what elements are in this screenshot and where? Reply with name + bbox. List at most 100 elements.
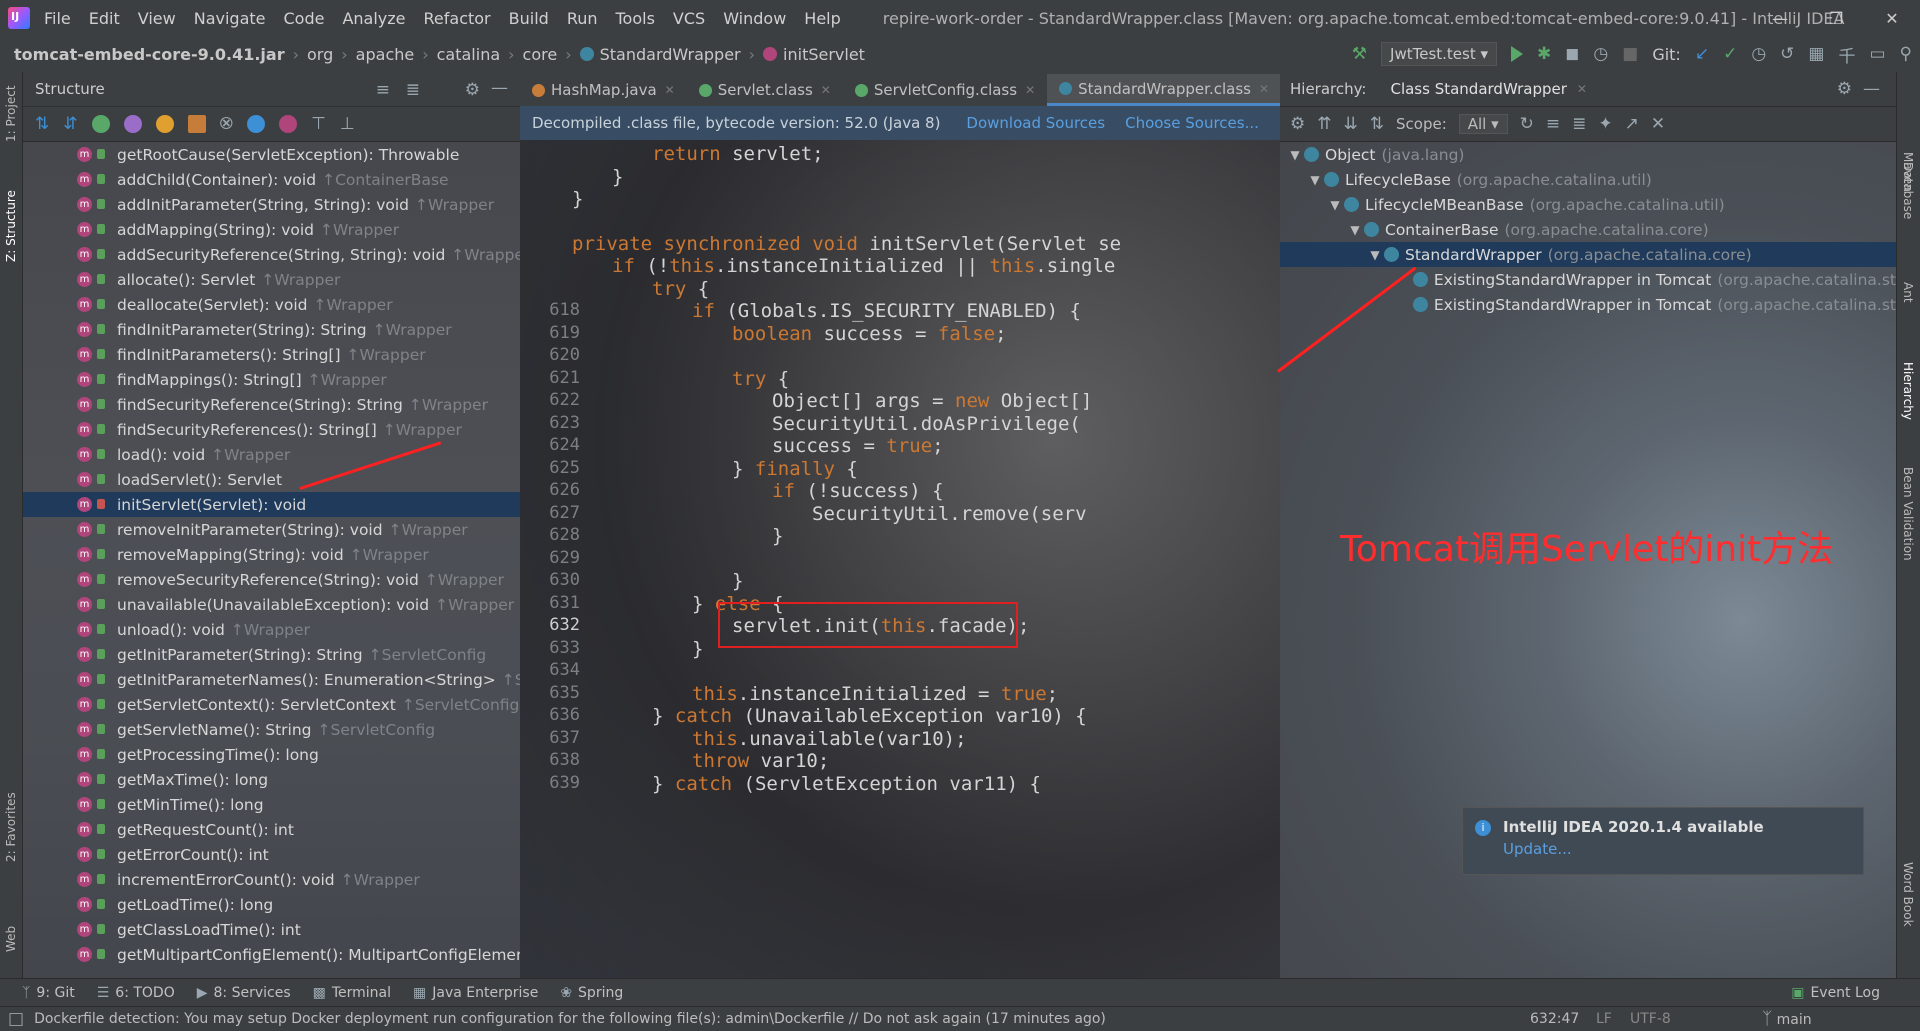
structure-item[interactable]: m getErrorCount(): int xyxy=(23,842,520,867)
expand-arrow-icon[interactable]: ▼ xyxy=(1306,173,1324,187)
hierarchy-node[interactable]: ▼ StandardWrapper (org.apache.catalina.cor… xyxy=(1280,242,1896,267)
supertypes-icon[interactable]: ⇈ xyxy=(1317,114,1331,134)
hierarchy-node[interactable]: ExistingStandardWrapper in Tomcat (org.ap… xyxy=(1280,267,1896,292)
run-icon[interactable] xyxy=(1511,46,1524,62)
expand-arrow-icon[interactable]: ▼ xyxy=(1326,198,1344,212)
update-link[interactable]: Update... xyxy=(1503,840,1572,858)
sort-alpha-icon[interactable]: ⇅ xyxy=(35,114,49,134)
structure-item[interactable]: m findSecurityReference(String): String ↑W… xyxy=(23,392,520,417)
rollback-icon[interactable]: ↺ xyxy=(1780,44,1794,64)
breadcrumb-apache[interactable]: apache xyxy=(356,45,415,64)
structure-item[interactable]: m findMappings(): String[] ↑Wrapper xyxy=(23,367,520,392)
git-commit-icon[interactable]: ✓ xyxy=(1723,44,1737,64)
subtypes-icon[interactable]: ⇊ xyxy=(1344,114,1358,134)
gear-icon[interactable]: ⚙ xyxy=(1837,79,1852,99)
pin-icon[interactable]: ✦ xyxy=(1598,114,1612,134)
hierarchy-node[interactable]: ▼ LifecycleMBeanBase (org.apache.catalina.… xyxy=(1280,192,1896,217)
structure-item[interactable]: m getProcessingTime(): long xyxy=(23,742,520,767)
hierarchy-tool-tab[interactable]: Hierarchy xyxy=(1901,362,1915,420)
line-separator[interactable]: LF xyxy=(1596,1011,1612,1027)
translate-icon[interactable]: 千 xyxy=(1838,42,1855,67)
status-message[interactable]: Dockerfile detection: You may setup Dock… xyxy=(34,1011,1106,1027)
menu-help[interactable]: Help xyxy=(804,9,840,28)
tab-hashmap[interactable]: HashMap.java ✕ xyxy=(520,74,687,106)
search-icon[interactable]: ⚲ xyxy=(1900,44,1912,64)
collapse-all-icon[interactable]: ≣ xyxy=(1572,114,1586,134)
menu-vcs[interactable]: VCS xyxy=(673,9,705,28)
structure-item[interactable]: m getServletContext(): ServletContext ↑Ser… xyxy=(23,692,520,717)
structure-item[interactable]: m findSecurityReferences(): String[] ↑Wrap… xyxy=(23,417,520,442)
structure-item[interactable]: m allocate(): Servlet ↑Wrapper xyxy=(23,267,520,292)
show-properties-icon[interactable] xyxy=(123,115,142,133)
sort-visibility-icon[interactable]: ⇵ xyxy=(63,114,77,134)
structure-item[interactable]: m getRequestCount(): int xyxy=(23,817,520,842)
show-inherited-icon[interactable] xyxy=(91,115,110,133)
menu-tools[interactable]: Tools xyxy=(616,9,655,28)
menu-build[interactable]: Build xyxy=(509,9,549,28)
menu-file[interactable]: File xyxy=(44,9,71,28)
structure-item[interactable]: m loadServlet(): Servlet xyxy=(23,467,520,492)
structure-item[interactable]: m getClassLoadTime(): int xyxy=(23,917,520,942)
export-icon[interactable]: ↗ xyxy=(1625,114,1639,134)
structure-item[interactable]: m getServletName(): String ↑ServletConfig xyxy=(23,717,520,742)
autoscroll-from-source-icon[interactable]: ⊥ xyxy=(340,114,355,134)
terminal-tool-button[interactable]: ▩ Terminal xyxy=(313,985,391,1001)
word-book-tool-tab[interactable]: Word Book xyxy=(1901,862,1915,927)
expand-arrow-icon[interactable]: ▼ xyxy=(1346,223,1364,237)
structure-item[interactable]: m getRootCause(ServletException): Throwab… xyxy=(23,142,520,167)
menu-navigate[interactable]: Navigate xyxy=(194,9,266,28)
type-hierarchy-icon[interactable]: ⚙ xyxy=(1290,114,1305,134)
menu-view[interactable]: View xyxy=(138,9,176,28)
structure-tool-tab[interactable]: Z: Structure xyxy=(4,190,18,262)
close-tab-icon[interactable]: ✕ xyxy=(665,83,675,97)
status-toggle-icon[interactable]: □ xyxy=(8,1009,24,1029)
file-encoding[interactable]: UTF-8 xyxy=(1630,1011,1671,1027)
stop-icon[interactable]: ■ xyxy=(1622,44,1638,64)
structure-item[interactable]: m incrementErrorCount(): void ↑Wrapper xyxy=(23,867,520,892)
breadcrumb-class[interactable]: StandardWrapper xyxy=(600,45,741,64)
choose-sources-link[interactable]: Choose Sources... xyxy=(1125,114,1259,132)
sort-icon[interactable]: ⇅ xyxy=(1370,114,1384,134)
structure-item[interactable]: m removeInitParameter(String): void ↑Wrapp… xyxy=(23,517,520,542)
hide-panel-icon[interactable]: — xyxy=(491,78,508,98)
breadcrumb-method[interactable]: initServlet xyxy=(783,45,865,64)
close-icon[interactable]: ✕ xyxy=(1864,0,1920,36)
expand-all-icon[interactable]: ≡ xyxy=(376,80,390,100)
menu-code[interactable]: Code xyxy=(284,9,325,28)
scope-select[interactable]: All ▾ xyxy=(1458,114,1508,134)
event-log-button[interactable]: ▣ Event Log xyxy=(1791,985,1880,1001)
structure-item[interactable]: m getMultipartConfigElement(): MultipartC… xyxy=(23,942,520,967)
close-tab-icon[interactable]: ✕ xyxy=(821,83,831,97)
bean-validation-tool-tab[interactable]: Bean Validation xyxy=(1901,467,1915,561)
structure-item[interactable]: m getMaxTime(): long xyxy=(23,767,520,792)
spring-tool-button[interactable]: ❀ Spring xyxy=(560,985,623,1001)
structure-item[interactable]: m getInitParameter(String): String ↑Servle… xyxy=(23,642,520,667)
database-tool-tab[interactable]: Database xyxy=(1901,162,1915,219)
project-tool-tab[interactable]: 1: Project xyxy=(4,85,18,142)
menu-refactor[interactable]: Refactor xyxy=(424,9,491,28)
favorites-tool-tab[interactable]: 2: Favorites xyxy=(4,792,18,862)
autoscroll-to-source-icon[interactable]: ⊤ xyxy=(311,114,326,134)
hierarchy-node[interactable]: ▼ LifecycleBase (org.apache.catalina.util) xyxy=(1280,167,1896,192)
java-enterprise-tool-button[interactable]: ▦ Java Enterprise xyxy=(413,985,538,1001)
menu-run[interactable]: Run xyxy=(567,9,598,28)
refresh-icon[interactable]: ↻ xyxy=(1520,114,1534,134)
structure-item[interactable]: m findInitParameters(): String[] ↑Wrapper xyxy=(23,342,520,367)
git-tool-button[interactable]: ᛉ 9: Git xyxy=(22,985,75,1001)
coverage-icon[interactable]: ◼ xyxy=(1565,44,1579,64)
git-history-icon[interactable]: ◷ xyxy=(1751,44,1766,64)
breadcrumb-catalina[interactable]: catalina xyxy=(437,45,501,64)
debug-icon[interactable]: ✱ xyxy=(1537,44,1551,64)
structure-item[interactable]: m addInitParameter(String, String): void ↑… xyxy=(23,192,520,217)
caret-position[interactable]: 632:47 xyxy=(1530,1011,1579,1027)
layout-icon[interactable]: ▭ xyxy=(1869,44,1885,64)
ant-tool-tab[interactable]: Ant xyxy=(1901,282,1915,303)
structure-item[interactable]: m unload(): void ↑Wrapper xyxy=(23,617,520,642)
structure-item[interactable]: m removeMapping(String): void ↑Wrapper xyxy=(23,542,520,567)
git-update-icon[interactable]: ↙ xyxy=(1695,44,1709,64)
menu-window[interactable]: Window xyxy=(723,9,786,28)
project-structure-icon[interactable]: ▦ xyxy=(1808,44,1824,64)
run-configuration-select[interactable]: JwtTest.test ▾ xyxy=(1381,42,1498,66)
hierarchy-tab[interactable]: Class StandardWrapper xyxy=(1390,80,1566,98)
breadcrumb-core[interactable]: core xyxy=(523,45,558,64)
